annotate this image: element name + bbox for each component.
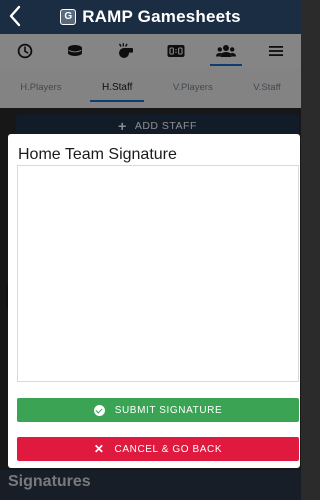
app-title: RAMP Gamesheets <box>82 7 241 26</box>
chevron-left-icon <box>9 5 21 27</box>
check-circle-icon <box>93 404 105 416</box>
close-icon: ✕ <box>93 442 105 456</box>
modal-title: Home Team Signature <box>18 146 177 163</box>
app-title-group: G RAMP Gamesheets <box>60 7 241 27</box>
app-logo: G <box>60 9 77 25</box>
cancel-label: CANCEL & GO BACK <box>114 443 223 455</box>
title-bar: G RAMP Gamesheets <box>0 0 301 34</box>
signature-modal: Home Team Signature SUBMIT SIGNATURE ✕ C… <box>8 134 300 468</box>
back-button[interactable] <box>8 4 28 30</box>
submit-signature-label: SUBMIT SIGNATURE <box>114 404 223 416</box>
cancel-go-back-button[interactable]: ✕ CANCEL & GO BACK <box>17 437 299 461</box>
submit-signature-button[interactable]: SUBMIT SIGNATURE <box>17 398 299 422</box>
signature-pad[interactable] <box>17 165 299 382</box>
